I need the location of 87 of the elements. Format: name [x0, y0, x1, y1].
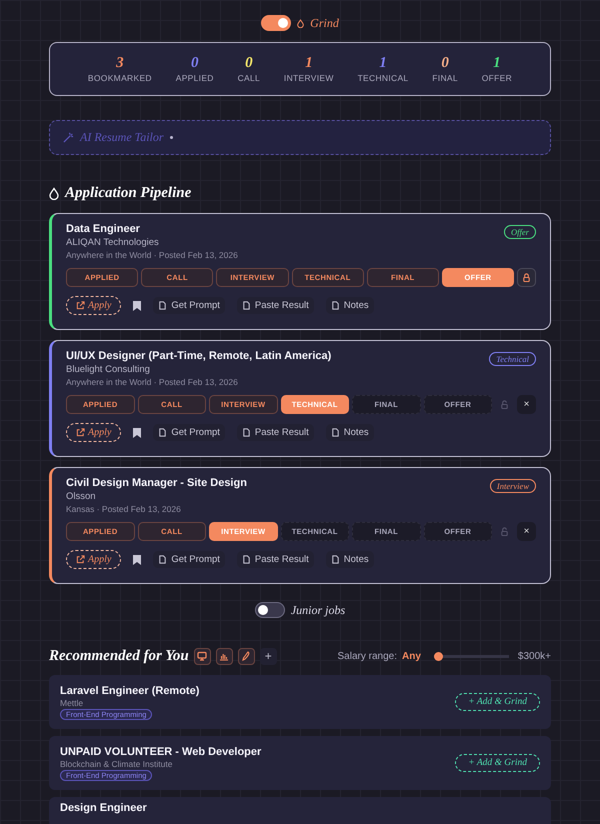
- close-button[interactable]: ×: [517, 522, 536, 541]
- stat-value: 1: [493, 55, 501, 72]
- job-title: UNPAID VOLUNTEER - Web Developer: [60, 746, 262, 758]
- job-title: UI/UX Designer (Part-Time, Remote, Latin America): [66, 350, 332, 362]
- stat-label: FINAL: [432, 73, 458, 83]
- lock-icon: [500, 400, 509, 409]
- stat-label: TECHNICAL: [358, 73, 408, 83]
- job-title: Design Engineer: [60, 802, 147, 814]
- company-name: ALIQAN Technologies: [66, 237, 160, 248]
- stat-label: INTERVIEW: [284, 73, 334, 83]
- external-link-icon: [76, 555, 85, 564]
- filter-button[interactable]: [194, 648, 211, 664]
- add-filter-button[interactable]: +: [260, 648, 277, 664]
- lock-button[interactable]: [517, 268, 536, 287]
- grind-toggle[interactable]: [261, 15, 292, 31]
- job-meta: Anywhere in the World · Posted Feb 13, 2026: [66, 377, 239, 387]
- tool-button[interactable]: Notes: [326, 297, 374, 314]
- company-name: Blockchain & Climate Institute: [60, 758, 174, 768]
- dot-icon: [170, 136, 173, 139]
- salary-max: $300k+: [518, 650, 551, 662]
- stat-value: 3: [116, 55, 124, 72]
- document-icon: [330, 301, 340, 310]
- grind-label: Grind: [310, 16, 339, 30]
- junior-toggle[interactable]: [254, 602, 285, 618]
- document-icon: [242, 555, 251, 564]
- tool-button[interactable]: Notes: [326, 424, 374, 441]
- stat-label: OFFER: [482, 73, 512, 83]
- section-title: Application Pipeline: [65, 184, 192, 202]
- lock-icon: [522, 273, 532, 282]
- document-icon: [330, 555, 340, 564]
- bookmark-icon[interactable]: [133, 554, 142, 564]
- status-badge: Interview: [490, 479, 536, 493]
- lock-icon: [500, 527, 509, 536]
- close-button[interactable]: ×: [517, 395, 536, 414]
- stat-value: 1: [379, 55, 387, 72]
- flame-icon: [49, 186, 59, 200]
- document-icon: [242, 428, 251, 437]
- apply-button[interactable]: Apply: [66, 423, 122, 442]
- bookmark-icon[interactable]: [133, 428, 142, 438]
- tool-button[interactable]: Paste Result: [236, 551, 314, 568]
- stat-label: APPLIED: [176, 73, 214, 83]
- salary-label: Salary range:: [338, 650, 397, 662]
- tool-button[interactable]: Get Prompt: [153, 551, 225, 568]
- document-icon: [158, 555, 168, 564]
- document-icon: [330, 428, 340, 437]
- section-title: Recommended for You: [49, 648, 189, 664]
- document-icon: [158, 301, 168, 310]
- external-link-icon: [76, 428, 85, 437]
- stat-label: BOOKMARKED: [88, 73, 152, 83]
- job-title: Laravel Engineer (Remote): [60, 684, 200, 696]
- apply-button[interactable]: Apply: [66, 296, 122, 315]
- company-name: Olsson: [66, 491, 97, 502]
- add-and-grind-button[interactable]: + Add & Grind: [455, 693, 540, 711]
- job-meta: Anywhere in the World · Posted Feb 13, 2026: [66, 250, 238, 260]
- filter-button[interactable]: [238, 648, 255, 664]
- job-title: Civil Design Manager - Site Design: [66, 477, 247, 489]
- flame-icon: [297, 18, 304, 28]
- monitor-icon: [197, 651, 208, 661]
- tool-button[interactable]: Get Prompt: [153, 297, 225, 314]
- stat-value: 0: [190, 55, 198, 72]
- apply-button[interactable]: Apply: [66, 550, 122, 569]
- junior-label: Junior jobs: [290, 602, 346, 618]
- status-badge: Offer: [504, 225, 536, 239]
- salary-value: Any: [402, 650, 421, 662]
- document-icon: [242, 301, 251, 310]
- tool-button[interactable]: Paste Result: [236, 297, 314, 314]
- status-badge: Technical: [489, 352, 536, 366]
- add-and-grind-button[interactable]: + Add & Grind: [455, 754, 540, 772]
- ai-tailor-label: AI Resume Tailor: [80, 130, 164, 145]
- stat-label: CALL: [238, 73, 260, 83]
- filter-button[interactable]: [216, 648, 233, 664]
- bookmark-icon[interactable]: [133, 300, 142, 310]
- document-icon: [158, 428, 168, 437]
- company-name: Bluelight Consulting: [66, 364, 151, 375]
- tool-button[interactable]: Get Prompt: [153, 424, 225, 441]
- stat-value: 0: [441, 55, 449, 72]
- tool-button[interactable]: Notes: [326, 551, 374, 568]
- external-link-icon: [76, 301, 85, 310]
- company-name: Mettle: [60, 698, 84, 708]
- job-meta: Kansas · Posted Feb 13, 2026: [66, 504, 182, 514]
- stat-value: 1: [305, 55, 313, 72]
- stat-value: 0: [245, 55, 253, 72]
- job-title: Data Engineer: [66, 223, 141, 235]
- bar-chart-icon: [219, 651, 230, 661]
- wand-icon: [63, 132, 74, 143]
- tool-button[interactable]: Paste Result: [236, 424, 314, 441]
- pen-icon: [241, 651, 252, 661]
